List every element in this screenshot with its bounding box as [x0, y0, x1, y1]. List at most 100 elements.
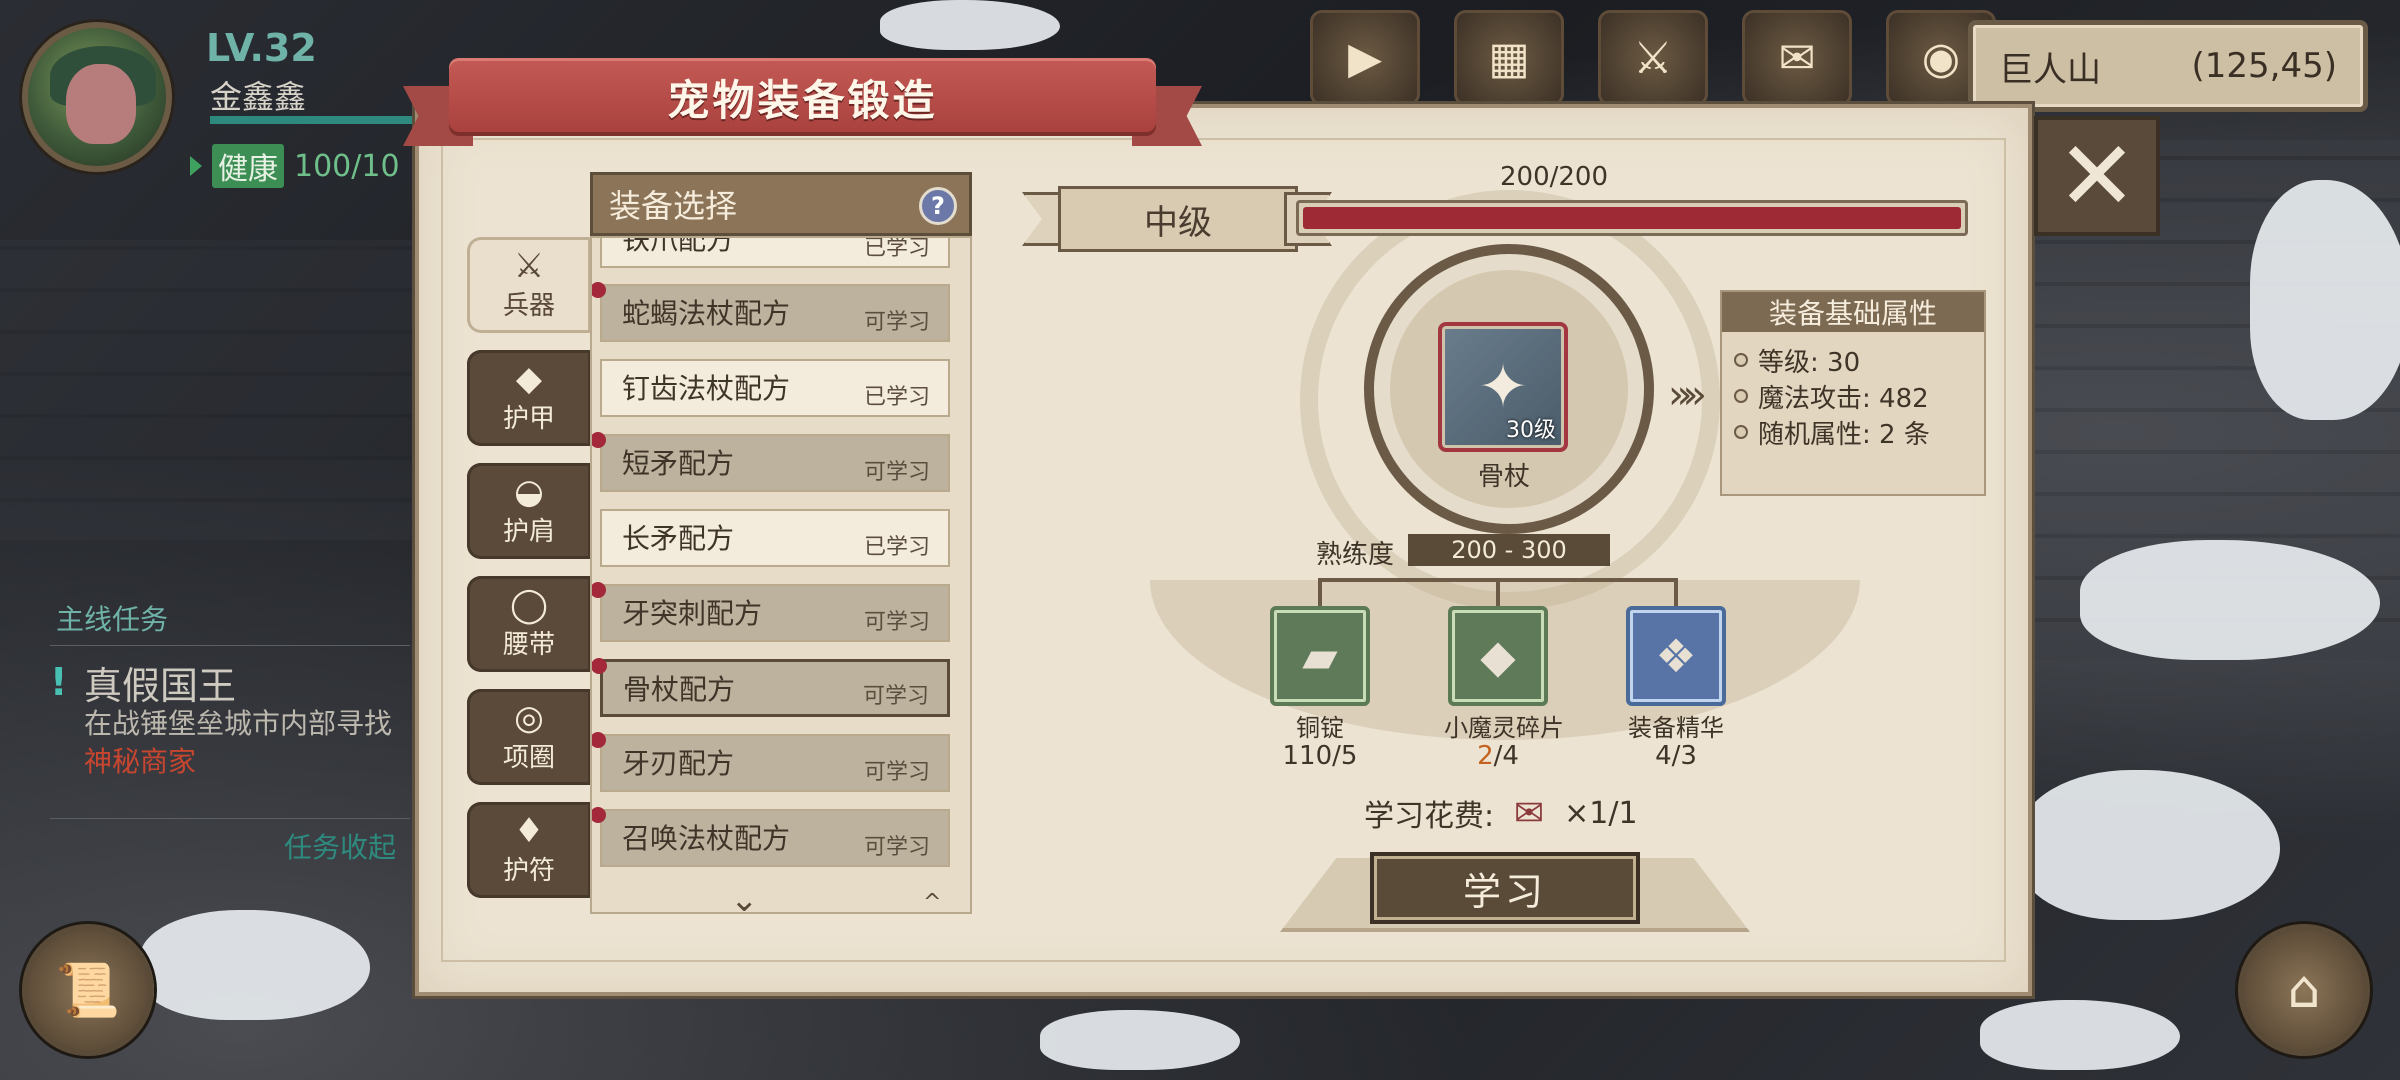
recipe-name: 钉齿法杖配方 — [622, 372, 791, 405]
play-icon[interactable]: ▶ — [1310, 10, 1420, 106]
belt-icon: ◯ — [509, 584, 549, 625]
grade-label: 中级 — [1022, 186, 1332, 252]
list-item[interactable]: 牙刃配方 可学习 — [592, 732, 950, 792]
ribbon-body: 宠物装备锻造 — [449, 58, 1156, 136]
attribute-text: 等级: 30 — [1758, 347, 1861, 378]
recipe-name: 召唤法杖配方 — [622, 822, 791, 855]
recipe-name: 长矛配方 — [622, 522, 735, 555]
close-icon: ✕ — [2056, 120, 2138, 232]
category-tabs: ⚔ 兵器 ◆ 护甲 ◒ 护肩 ◯ 腰带 ◎ 项圈 ♦ 护符 — [467, 237, 591, 898]
tab-shoulder[interactable]: ◒ 护肩 — [467, 463, 591, 559]
tab-weapon[interactable]: ⚔ 兵器 — [467, 237, 591, 333]
learn-button[interactable]: 学习 — [1370, 852, 1640, 924]
attribute-item: 随机属性: 2 条 — [1734, 414, 1972, 450]
snow-patch — [2080, 540, 2380, 660]
material-have: 4 — [1655, 741, 1672, 771]
cost-label: 学习花费: — [1364, 799, 1495, 834]
tab-label: 护甲 — [502, 403, 555, 434]
battle-icon[interactable]: ⚔ — [1598, 10, 1708, 106]
player-name: 金鑫鑫 — [210, 78, 307, 116]
divider — [50, 645, 410, 646]
recipe-status: 可学习 — [863, 760, 930, 785]
event-icon[interactable]: ✉ — [1742, 10, 1852, 106]
new-dot-icon — [592, 807, 606, 823]
armor-icon: ◆ — [515, 358, 543, 399]
list-item[interactable]: 蛇蝎法杖配方 可学习 — [592, 282, 950, 342]
list-item[interactable]: 牙突刺配方 可学习 — [592, 582, 950, 642]
new-dot-icon — [592, 582, 606, 598]
snow-patch — [1980, 1000, 2180, 1070]
recipe-list[interactable]: 铁爪配方 已学习 蛇蝎法杖配方 可学习 钉齿法杖配方 已学习 短矛配方 可学习 … — [590, 236, 972, 914]
tab-belt[interactable]: ◯ 腰带 — [467, 576, 591, 672]
recipe-name: 牙突刺配方 — [622, 597, 763, 630]
essence-crystal-icon: ❖ — [1626, 606, 1726, 706]
material-have: 110 — [1282, 741, 1333, 771]
health-value: 100/10 — [294, 148, 400, 184]
material-essence[interactable]: ❖ 装备精华 4/3 — [1622, 606, 1730, 769]
list-item[interactable]: 铁爪配方 已学习 — [600, 236, 950, 268]
material-name: 铜锭 — [1296, 714, 1344, 742]
location-coords: (125,45) — [2191, 46, 2338, 86]
chevron-down-icon[interactable]: ⌄ — [730, 880, 759, 920]
list-item[interactable]: 钉齿法杖配方 已学习 — [600, 359, 950, 417]
snow-patch — [140, 910, 370, 1020]
recipe-status: 已学习 — [863, 236, 930, 261]
recipe-status: 已学习 — [863, 385, 930, 410]
material-name: 装备精华 — [1628, 714, 1724, 742]
attribute-list: 等级: 30 魔法攻击: 482 随机属性: 2 条 — [1722, 332, 1984, 460]
quest-target[interactable]: 神秘商家 — [84, 740, 196, 780]
recipe-status: 可学习 — [863, 310, 930, 335]
tab-label: 腰带 — [502, 629, 555, 660]
recipe-name: 骨杖配方 — [623, 673, 736, 706]
material-spirit-shard[interactable]: ◆ 小魔灵碎片 2/4 — [1444, 606, 1564, 771]
quest-exclamation-icon: ! — [50, 660, 68, 704]
help-icon[interactable]: ? — [919, 187, 957, 225]
material-count: 110/5 — [1266, 743, 1374, 769]
quest-collapse-button[interactable]: 任务收起 — [284, 826, 396, 866]
material-have: 2 — [1477, 741, 1494, 771]
location-panel[interactable]: 巨人山 (125,45) — [1968, 20, 2368, 112]
tab-amulet[interactable]: ♦ 护符 — [467, 802, 591, 898]
new-dot-icon — [592, 732, 606, 748]
calendar-icon[interactable]: ▦ — [1454, 10, 1564, 106]
sword-icon: ⚔ — [513, 245, 545, 286]
scroll-map-button[interactable]: 📜 — [22, 924, 154, 1056]
list-item[interactable]: 召唤法杖配方 可学习 — [592, 807, 950, 867]
attribute-title: 装备基础属性 — [1722, 292, 1984, 332]
snow-patch — [1040, 1010, 1240, 1070]
recipe-status: 可学习 — [863, 460, 930, 485]
chevron-up-icon[interactable]: ^ — [923, 890, 941, 915]
tab-label: 护符 — [502, 855, 555, 886]
home-button[interactable]: ⌂ — [2238, 924, 2370, 1056]
grade-progress-fill — [1303, 207, 1961, 229]
tab-label: 兵器 — [502, 290, 555, 321]
snow-patch — [880, 0, 1060, 50]
tab-armor[interactable]: ◆ 护甲 — [467, 350, 591, 446]
recipe-list-title: 装备选择 — [609, 187, 738, 225]
player-avatar[interactable] — [22, 22, 172, 172]
snow-patch — [2250, 180, 2400, 420]
snow-patch — [2020, 770, 2280, 920]
close-button[interactable]: ✕ — [2034, 116, 2160, 236]
material-copper-ingot[interactable]: ▰ 铜锭 110/5 — [1266, 606, 1374, 769]
bullet-icon — [1734, 425, 1748, 439]
attribute-item: 等级: 30 — [1734, 342, 1972, 378]
player-health: 健康 100/10 — [190, 144, 400, 188]
tab-label: 项圈 — [502, 742, 555, 773]
tab-collar[interactable]: ◎ 项圈 — [467, 689, 591, 785]
quest-header: 主线任务 — [56, 603, 169, 636]
recipe-list-header: 装备选择 ? — [590, 172, 972, 236]
material-connector — [1318, 580, 1322, 606]
material-need: /3 — [1671, 741, 1697, 771]
item-slot[interactable]: ✦ 30级 — [1438, 322, 1568, 452]
material-need: /4 — [1493, 741, 1519, 771]
list-item-selected[interactable]: 骨杖配方 可学习 — [592, 658, 950, 717]
recipe-status: 可学习 — [862, 684, 929, 709]
recipe-name: 铁爪配方 — [622, 236, 735, 256]
list-item[interactable]: 长矛配方 已学习 — [600, 509, 950, 567]
item-name: 骨杖 — [1478, 462, 1531, 492]
cost-value: ×1/1 — [1564, 795, 1638, 831]
attribute-box: 装备基础属性 等级: 30 魔法攻击: 482 随机属性: 2 条 — [1720, 290, 1986, 496]
list-item[interactable]: 短矛配方 可学习 — [592, 432, 950, 492]
new-dot-icon — [592, 432, 606, 448]
